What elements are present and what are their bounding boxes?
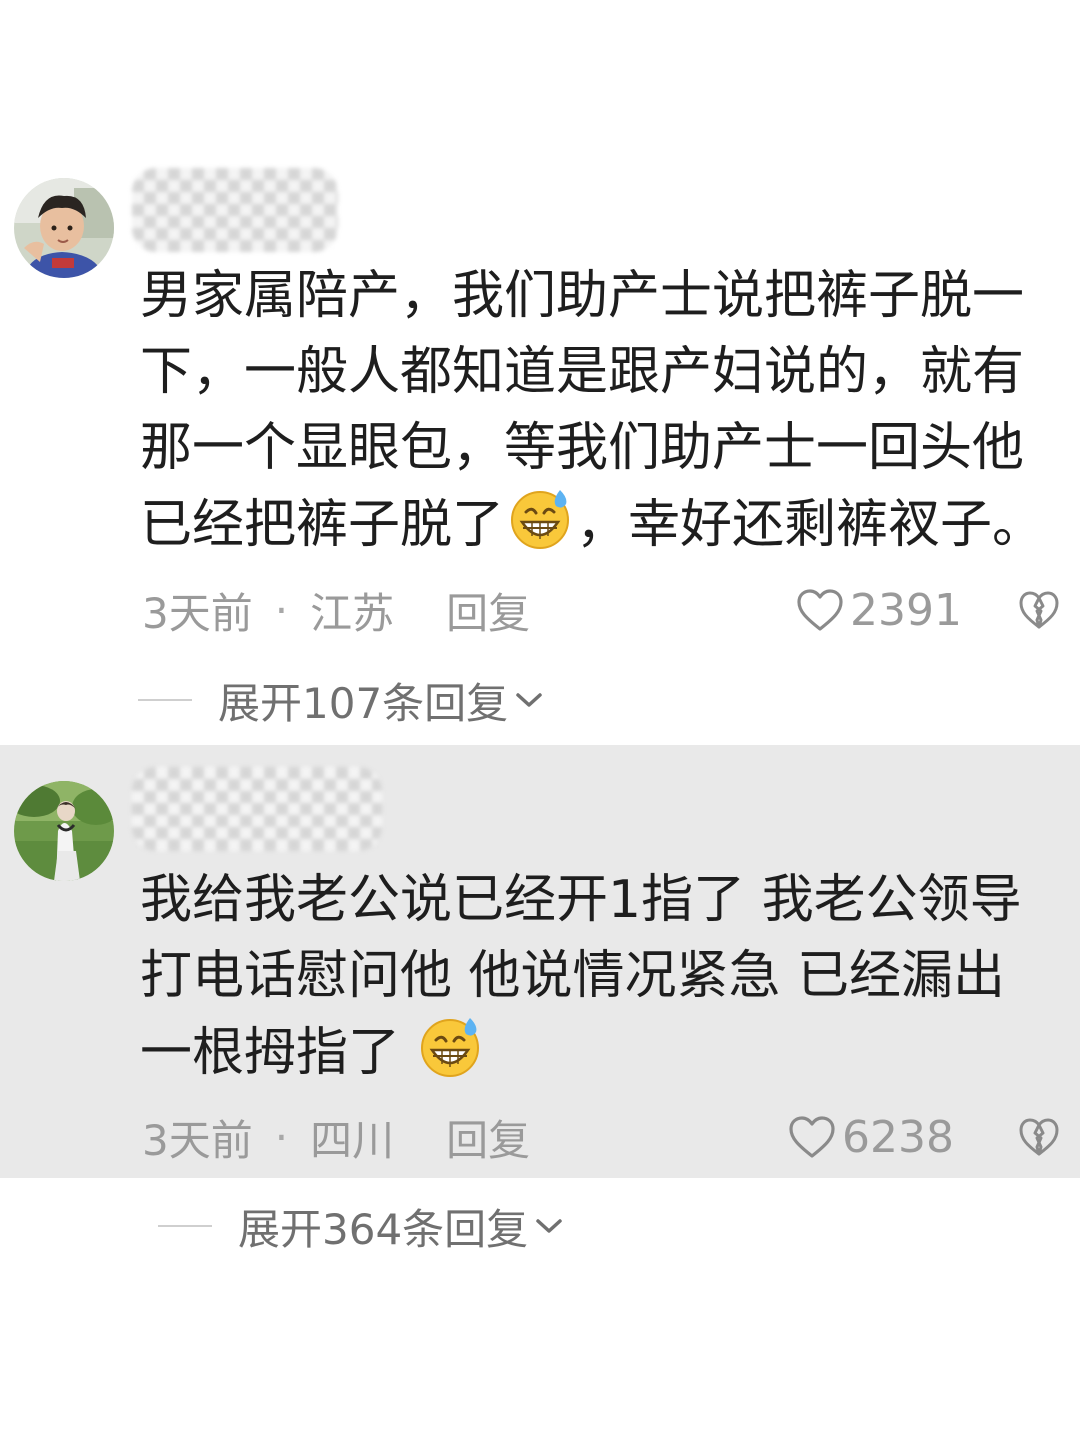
like-count: 2391 [850,584,962,636]
comment-line-before-emoji: 已经把裤子脱了 [140,495,505,555]
grinning-sweat-emoji-icon [421,1018,480,1077]
divider [158,1225,212,1227]
comment-line-last: 一根拇指了 [140,1014,1055,1091]
username-blurred[interactable] [132,168,338,252]
divider [138,699,192,701]
expand-replies-label: 展开107条回复 [218,678,509,728]
broken-heart-icon[interactable] [1018,590,1060,630]
like-button[interactable]: 6238 [788,1107,954,1167]
comment-text: 男家属陪产，我们助产士说把裤子脱一 下，一般人都知道是跟产妇说的，就有 那一个显… [140,258,1055,563]
reply-button[interactable]: 回复 [446,580,530,641]
comment-feed: 男家属陪产，我们助产士说把裤子脱一 下，一般人都知道是跟产妇说的，就有 那一个显… [0,0,1080,1440]
comment-line-after-emoji: ，幸好还剩裤衩子。 [576,495,1045,555]
comment-meta: 3天前 · 四川 回复 [142,1107,530,1167]
avatar[interactable] [14,178,114,278]
grinning-sweat-emoji-icon [511,490,570,549]
like-count: 6238 [842,1111,954,1163]
comment-location: 四川 [310,1115,395,1165]
comment-line-before-emoji: 一根拇指了 [140,1023,401,1083]
comment-text: 我给我老公说已经开1指了 我老公领导 打电话慰问他 他说情况紧急 已经漏出 一根… [140,862,1055,1091]
reply-button[interactable]: 回复 [446,1107,530,1168]
expand-replies-button[interactable]: 展开364条回复 [158,1198,564,1254]
avatar[interactable] [14,781,114,881]
comment-line: 那一个显眼包，等我们助产士一回头他 [140,418,1025,478]
comment-time: 3天前 [142,1115,253,1165]
comment-line: 我给我老公说已经开1指了 我老公领导 [140,870,1022,930]
comment-line: 下，一般人都知道是跟产妇说的，就有 [140,342,1025,402]
comment-location: 江苏 [310,588,395,638]
expand-replies-button[interactable]: 展开107条回复 [138,672,544,728]
chevron-down-icon [536,1219,562,1233]
comment-time: 3天前 [142,588,253,638]
chevron-down-icon [516,693,542,707]
broken-heart-icon[interactable] [1018,1117,1060,1157]
heart-icon [789,1116,835,1158]
like-button[interactable]: 2391 [796,580,962,640]
username-blurred[interactable] [132,767,382,851]
comment-item: 男家属陪产，我们助产士说把裤子脱一 下，一般人都知道是跟产妇说的，就有 那一个显… [0,0,1080,745]
comment-line: 男家属陪产，我们助产士说把裤子脱一 [140,266,1025,326]
comment-line-last: 已经把裤子脱了 ，幸好还剩裤衩子。 [140,486,1055,563]
heart-icon [797,589,843,631]
meta-separator: · [274,585,289,635]
comment-item-highlighted: 我给我老公说已经开1指了 我老公领导 打电话慰问他 他说情况紧急 已经漏出 一根… [0,745,1080,1178]
comment-line: 打电话慰问他 他说情况紧急 已经漏出 [140,946,1006,1006]
comment-meta: 3天前 · 江苏 回复 [142,580,530,640]
meta-separator: · [274,1112,289,1162]
expand-replies-label: 展开364条回复 [238,1204,529,1254]
